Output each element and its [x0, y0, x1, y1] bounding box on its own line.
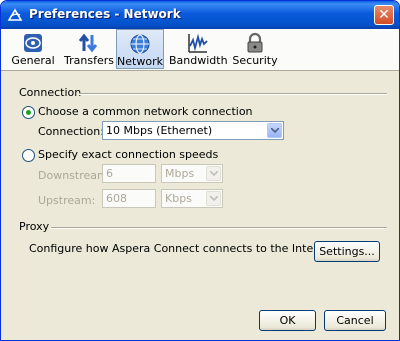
connection-divider	[79, 93, 387, 95]
preferences-dialog: Preferences - Network ✕ General Transfer…	[0, 0, 400, 341]
cancel-button[interactable]: Cancel	[324, 310, 386, 331]
preferences-toolbar: General Transfers Network Bandwidth Secu…	[1, 29, 399, 71]
proxy-section-label: Proxy	[19, 220, 50, 233]
tab-general[interactable]: General	[9, 29, 57, 69]
proxy-settings-button[interactable]: Settings...	[314, 241, 380, 262]
close-icon: ✕	[378, 7, 390, 23]
connection-section-label: Connection	[19, 86, 82, 99]
chevron-down-icon[interactable]	[206, 166, 221, 181]
tab-network[interactable]: Network	[116, 29, 164, 69]
tab-security-label: Security	[232, 54, 278, 67]
window-title: Preferences - Network	[29, 7, 181, 21]
tab-security[interactable]: Security	[231, 29, 279, 69]
tab-general-label: General	[11, 54, 55, 67]
radio-common-connection[interactable]	[22, 106, 35, 119]
upstream-unit-value: Kbps	[165, 192, 192, 205]
downstream-unit-select[interactable]: Mbps	[161, 164, 223, 183]
proxy-description: Configure how Aspera Connect connects to…	[29, 242, 336, 255]
padlock-icon	[247, 32, 263, 53]
ok-button[interactable]: OK	[259, 310, 316, 331]
tab-transfers[interactable]: Transfers	[64, 29, 114, 69]
upstream-value: 608	[106, 192, 127, 205]
radio-common-connection-label: Choose a common network connection	[38, 105, 253, 118]
tab-network-label: Network	[117, 55, 163, 68]
proxy-divider	[51, 227, 387, 229]
tab-bandwidth-label: Bandwidth	[169, 54, 228, 67]
aspera-logo-icon	[24, 34, 42, 52]
tab-transfers-label: Transfers	[64, 54, 114, 67]
downstream-input[interactable]: 6	[102, 164, 156, 183]
chevron-down-icon[interactable]	[206, 191, 221, 206]
downstream-value: 6	[106, 167, 113, 180]
bandwidth-graph-icon	[188, 33, 208, 53]
title-bar[interactable]: Preferences - Network ✕	[1, 1, 399, 29]
upstream-label: Upstream:	[38, 194, 96, 207]
radio-exact-speeds-label: Specify exact connection speeds	[38, 148, 219, 161]
connection-type-select[interactable]: 10 Mbps (Ethernet)	[102, 121, 284, 140]
downstream-unit-value: Mbps	[165, 167, 195, 180]
chevron-down-icon[interactable]	[267, 123, 282, 138]
radio-selected-dot	[26, 110, 31, 115]
radio-exact-speeds[interactable]	[22, 149, 35, 162]
aspera-app-icon	[7, 8, 23, 21]
connection-type-value: 10 Mbps (Ethernet)	[106, 124, 213, 137]
upstream-unit-select[interactable]: Kbps	[161, 189, 223, 208]
transfer-arrows-icon	[78, 33, 98, 53]
tab-bandwidth[interactable]: Bandwidth	[169, 29, 228, 69]
connection-label: Connection:	[38, 125, 104, 138]
close-button[interactable]: ✕	[374, 5, 394, 25]
upstream-input[interactable]: 608	[102, 189, 156, 208]
globe-icon	[130, 34, 150, 54]
downstream-label: Downstream:	[38, 169, 112, 182]
